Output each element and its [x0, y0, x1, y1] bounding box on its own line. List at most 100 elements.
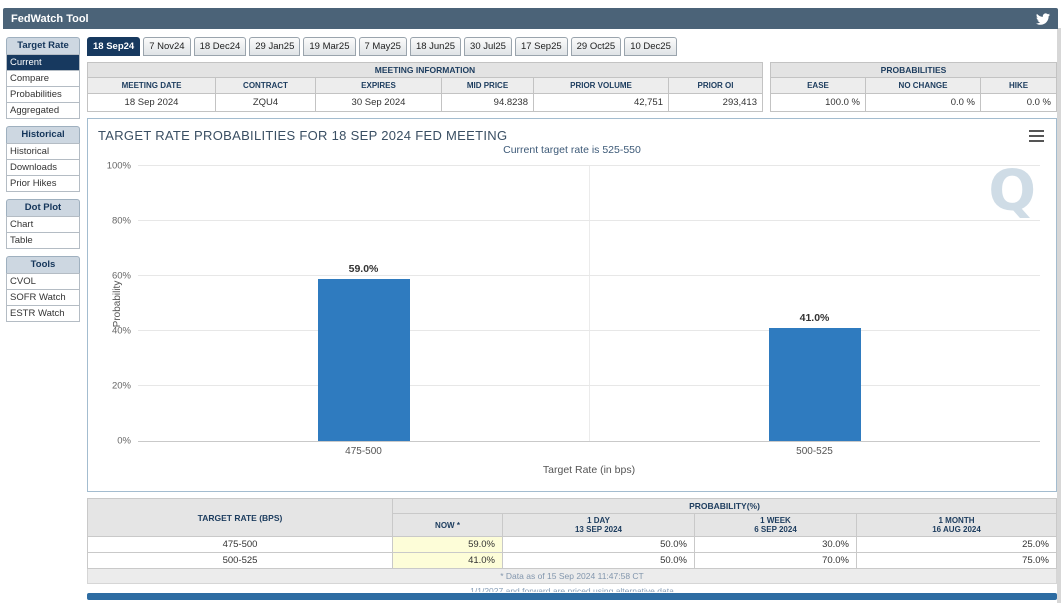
month-cell: 75.0%: [857, 553, 1057, 569]
x-axis-tick-label: 475-500: [345, 446, 382, 457]
gridline: [138, 330, 1040, 331]
sidebar-header-historical[interactable]: Historical: [6, 126, 80, 144]
sidebar-item-table[interactable]: Table: [6, 232, 80, 249]
one-day-column-header: 1 DAY13 SEP 2024: [503, 514, 695, 537]
prior-volume-header: PRIOR VOLUME: [534, 78, 669, 94]
day-cell: 50.0%: [503, 553, 695, 569]
tab-10-dec25[interactable]: 10 Dec25: [624, 37, 677, 56]
month-cell: 25.0%: [857, 537, 1057, 553]
sidebar-section-historical: Historical Historical Downloads Prior Hi…: [6, 126, 80, 192]
probabilities-table: PROBABILITIES EASE NO CHANGE HIKE 100.0 …: [770, 62, 1057, 112]
tab-19-mar25[interactable]: 19 Mar25: [303, 37, 355, 56]
meeting-date-value: 18 Sep 2024: [88, 94, 216, 112]
y-axis-tick-label: 0%: [117, 436, 131, 447]
one-month-column-header: 1 MONTH16 AUG 2024: [857, 514, 1057, 537]
sidebar-section-target-rate: Target Rate Current Compare Probabilitie…: [6, 37, 80, 119]
sidebar-section-tools: Tools CVOL SOFR Watch ESTR Watch: [6, 256, 80, 322]
x-axis-tick-label: 500-525: [796, 446, 833, 457]
sidebar-item-current[interactable]: Current: [6, 54, 80, 71]
sidebar-item-chart[interactable]: Chart: [6, 216, 80, 233]
y-axis-tick-label: 100%: [107, 161, 131, 172]
hike-header: HIKE: [981, 78, 1057, 94]
app-header: FedWatch Tool: [3, 8, 1058, 29]
expires-header: EXPIRES: [316, 78, 442, 94]
probability-history-table: TARGET RATE (BPS) PROBABILITY(%) NOW * 1…: [87, 498, 1057, 569]
probability-bar[interactable]: [318, 279, 410, 441]
hike-value: 0.0 %: [981, 94, 1057, 112]
tab-30-jul25[interactable]: 30 Jul25: [464, 37, 512, 56]
target-rate-chart-panel: TARGET RATE PROBABILITIES FOR 18 SEP 202…: [87, 118, 1057, 492]
meeting-info-title: MEETING INFORMATION: [88, 63, 763, 78]
y-axis-tick-label: 80%: [112, 216, 131, 227]
mid-price-value: 94.8238: [442, 94, 534, 112]
y-axis-tick-label: 60%: [112, 271, 131, 282]
sidebar-item-downloads[interactable]: Downloads: [6, 159, 80, 176]
chart-title: TARGET RATE PROBABILITIES FOR 18 SEP 202…: [88, 119, 1056, 143]
table-row: 500-525 41.0% 50.0% 70.0% 75.0%: [88, 553, 1057, 569]
tab-7-may25[interactable]: 7 May25: [359, 37, 407, 56]
plot-area: Probability Q 0%20%40%60%80%100%59.0%475…: [138, 166, 1040, 442]
bar-value-label: 41.0%: [800, 312, 830, 324]
probability-bar[interactable]: [769, 328, 861, 441]
tab-7-nov24[interactable]: 7 Nov24: [143, 37, 190, 56]
sidebar-header-dot-plot[interactable]: Dot Plot: [6, 199, 80, 217]
ease-header: EASE: [771, 78, 866, 94]
bottom-scrollbar[interactable]: [87, 593, 1057, 600]
sidebar-item-sofr-watch[interactable]: SOFR Watch: [6, 289, 80, 306]
sidebar-item-compare[interactable]: Compare: [6, 70, 80, 87]
day-cell: 50.0%: [503, 537, 695, 553]
gridline: [138, 165, 1040, 166]
bar-value-label: 59.0%: [349, 263, 379, 275]
now-cell: 59.0%: [393, 537, 503, 553]
twitter-icon[interactable]: [1036, 13, 1050, 25]
fedwatch-page: FedWatch Tool Target Rate Current Compar…: [0, 0, 1061, 603]
tab-18-jun25[interactable]: 18 Jun25: [410, 37, 461, 56]
no-change-header: NO CHANGE: [866, 78, 981, 94]
x-axis-title: Target Rate (in bps): [138, 464, 1040, 476]
one-week-column-header: 1 WEEK6 SEP 2024: [695, 514, 857, 537]
rate-cell: 475-500: [88, 537, 393, 553]
chart-menu-icon[interactable]: [1029, 130, 1044, 145]
y-axis-tick-label: 20%: [112, 381, 131, 392]
meeting-tabs: 18 Sep24 7 Nov24 18 Dec24 29 Jan25 19 Ma…: [87, 37, 1057, 56]
probabilities-title: PROBABILITIES: [771, 63, 1057, 78]
sidebar-header-target-rate[interactable]: Target Rate: [6, 37, 80, 55]
gridline: [138, 385, 1040, 386]
sidebar-item-cvol[interactable]: CVOL: [6, 273, 80, 290]
info-row: MEETING INFORMATION MEETING DATE CONTRAC…: [87, 62, 1057, 112]
sidebar-header-tools[interactable]: Tools: [6, 256, 80, 274]
tab-18-dec24[interactable]: 18 Dec24: [194, 37, 247, 56]
now-cell: 41.0%: [393, 553, 503, 569]
week-cell: 30.0%: [695, 537, 857, 553]
expires-value: 30 Sep 2024: [316, 94, 442, 112]
contract-header: CONTRACT: [216, 78, 316, 94]
no-change-value: 0.0 %: [866, 94, 981, 112]
main-content: 18 Sep24 7 Nov24 18 Dec24 29 Jan25 19 Ma…: [87, 37, 1057, 600]
sidebar-item-historical[interactable]: Historical: [6, 143, 80, 160]
chart-subtitle: Current target rate is 525-550: [88, 144, 1056, 156]
ease-value: 100.0 %: [771, 94, 866, 112]
sidebar-item-probabilities[interactable]: Probabilities: [6, 86, 80, 103]
contract-value: ZQU4: [216, 94, 316, 112]
gridline: [138, 275, 1040, 276]
sidebar-section-dot-plot: Dot Plot Chart Table: [6, 199, 80, 249]
tab-29-jan25[interactable]: 29 Jan25: [249, 37, 300, 56]
y-axis-tick-label: 40%: [112, 326, 131, 337]
sidebar-item-prior-hikes[interactable]: Prior Hikes: [6, 175, 80, 192]
gridline: [138, 220, 1040, 221]
gridline: [138, 440, 1040, 441]
tab-18-sep24[interactable]: 18 Sep24: [87, 37, 140, 56]
week-cell: 70.0%: [695, 553, 857, 569]
cme-logo-watermark: Q: [988, 164, 1036, 220]
tab-29-oct25[interactable]: 29 Oct25: [571, 37, 622, 56]
sidebar-item-estr-watch[interactable]: ESTR Watch: [6, 305, 80, 322]
mid-price-header: MID PRICE: [442, 78, 534, 94]
target-rate-bps-header: TARGET RATE (BPS): [88, 499, 393, 537]
rate-cell: 500-525: [88, 553, 393, 569]
prior-oi-value: 293,413: [669, 94, 763, 112]
tab-17-sep25[interactable]: 17 Sep25: [515, 37, 568, 56]
now-column-header: NOW *: [393, 514, 503, 537]
app-title: FedWatch Tool: [11, 13, 89, 25]
sidebar-item-aggregated[interactable]: Aggregated: [6, 102, 80, 119]
sidebar: Target Rate Current Compare Probabilitie…: [6, 37, 80, 600]
